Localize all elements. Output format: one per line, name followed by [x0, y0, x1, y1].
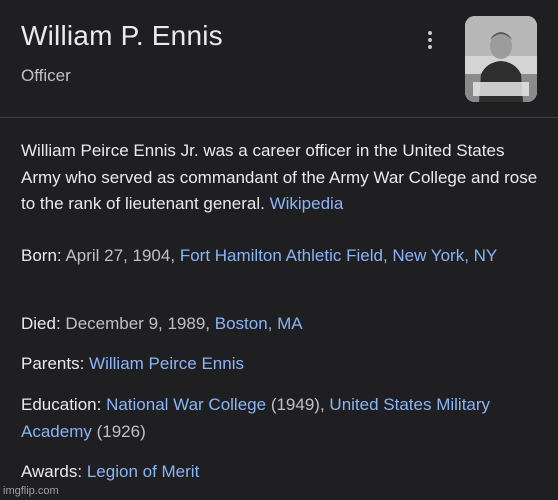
fact-education: Education: National War College (1949), … [21, 392, 541, 445]
born-date: April 27, 1904, [65, 246, 176, 265]
education-year-2: (1926) [96, 421, 146, 441]
born-place-link[interactable]: Fort Hamilton Athletic Field, New York, … [180, 246, 497, 265]
portrait-image [465, 16, 537, 102]
fact-label-awards: Awards: [21, 462, 83, 481]
education-link-1[interactable]: National War College [106, 395, 266, 414]
watermark: imgflip.com [3, 485, 59, 497]
entity-title: William P. Ennis [21, 20, 223, 51]
fact-label-parents: Parents: [21, 354, 85, 373]
fact-label-died: Died: [21, 314, 61, 333]
fact-label-born: Born: [21, 246, 62, 265]
entity-subtitle: Officer [21, 66, 71, 85]
died-date: December 9, 1989, [65, 314, 211, 333]
more-vert-icon [428, 31, 432, 49]
fact-label-education: Education: [21, 395, 102, 414]
died-place-link[interactable]: Boston, MA [215, 314, 303, 333]
entity-description: William Peirce Ennis Jr. was a career of… [21, 138, 541, 218]
education-year-1: (1949), [270, 395, 325, 414]
entity-photo[interactable] [465, 16, 537, 102]
fact-awards: Awards: Legion of Merit [21, 459, 541, 486]
parents-link[interactable]: William Peirce Ennis [89, 354, 244, 373]
fact-died: Died: December 9, 1989, Boston, MA [21, 311, 541, 338]
awards-link[interactable]: Legion of Merit [87, 462, 199, 481]
fact-born: Born: April 27, 1904, Fort Hamilton Athl… [21, 243, 541, 270]
fact-parents: Parents: William Peirce Ennis [21, 351, 541, 378]
wikipedia-link[interactable]: Wikipedia [270, 194, 344, 213]
more-options-button[interactable] [418, 28, 442, 52]
section-divider [0, 117, 558, 118]
